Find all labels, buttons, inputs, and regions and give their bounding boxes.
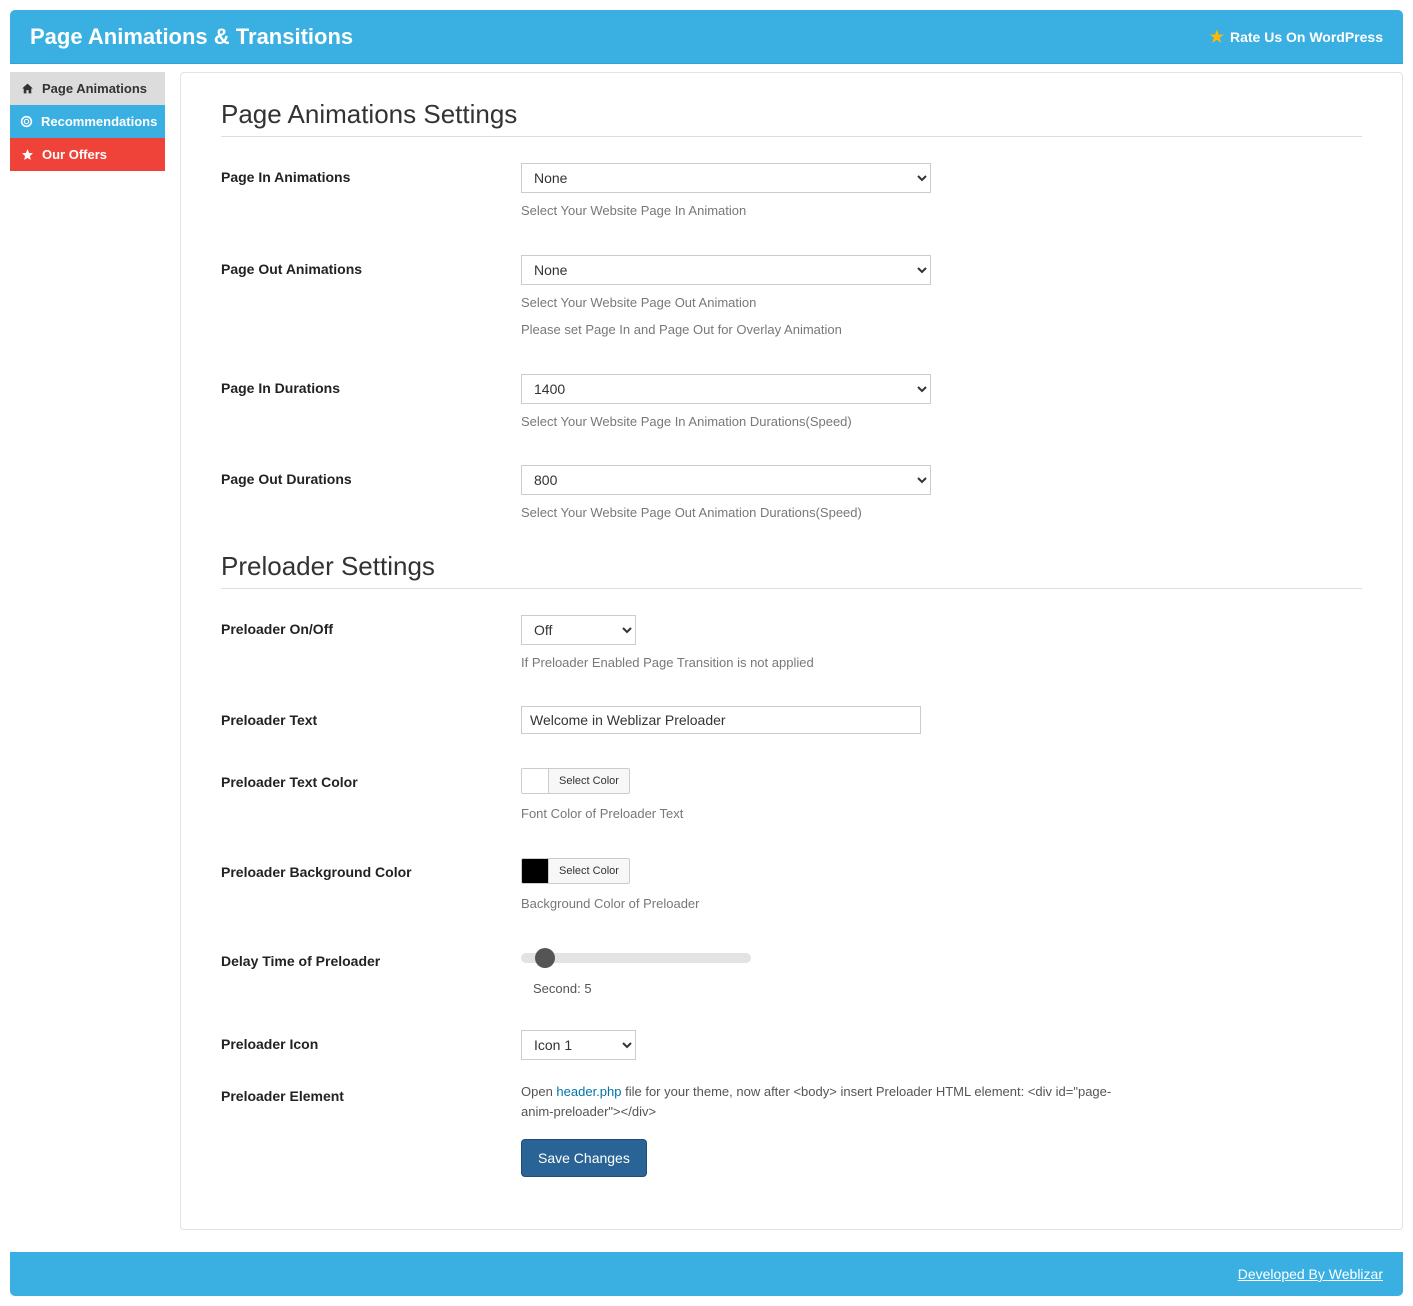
help-preloader-text-color: Font Color of Preloader Text [521, 804, 1141, 824]
select-preloader-icon[interactable]: Icon 1 [521, 1030, 636, 1060]
developed-by-link[interactable]: Developed By Weblizar [1238, 1266, 1383, 1282]
select-page-in-durations[interactable]: 1400 [521, 374, 931, 404]
sidebar-item-label: Our Offers [42, 147, 107, 162]
help-page-in-durations: Select Your Website Page In Animation Du… [521, 412, 1141, 432]
label-delay-time: Delay Time of Preloader [221, 947, 501, 969]
label-page-out-durations: Page Out Durations [221, 465, 501, 487]
help-preloader-onoff: If Preloader Enabled Page Transition is … [521, 653, 1141, 673]
color-picker-text-label: Select Color [548, 769, 629, 793]
header-bar: Page Animations & Transitions ★ Rate Us … [10, 10, 1403, 64]
sidebar-item-page-animations[interactable]: Page Animations [10, 72, 165, 105]
help-page-out-durations: Select Your Website Page Out Animation D… [521, 503, 1141, 523]
slider-thumb[interactable] [535, 948, 555, 968]
footer-bar: Developed By Weblizar [10, 1252, 1403, 1296]
label-page-out-animations: Page Out Animations [221, 255, 501, 277]
row-preloader-text-color: Preloader Text Color Select Color Font C… [221, 756, 1362, 846]
label-preloader-text-color: Preloader Text Color [221, 768, 501, 790]
help-page-in-animations: Select Your Website Page In Animation [521, 201, 1141, 221]
row-page-out-animations: Page Out Animations None Select Your Web… [221, 243, 1362, 362]
row-preloader-bg-color: Preloader Background Color Select Color … [221, 846, 1362, 936]
label-preloader-text: Preloader Text [221, 706, 501, 728]
home-icon [20, 82, 34, 95]
color-picker-text[interactable]: Select Color [521, 768, 630, 794]
sidebar-item-label: Recommendations [41, 114, 157, 129]
rate-us-link[interactable]: ★ Rate Us On WordPress [1210, 27, 1383, 47]
row-page-out-durations: Page Out Durations 800 Select Your Websi… [221, 453, 1362, 545]
row-preloader-icon: Preloader Icon Icon 1 [221, 1018, 1362, 1082]
sidebar-item-label: Page Animations [42, 81, 147, 96]
color-picker-bg[interactable]: Select Color [521, 858, 630, 884]
row-preloader-text: Preloader Text [221, 694, 1362, 756]
row-delay-time: Delay Time of Preloader Second: 5 [221, 935, 1362, 1018]
label-preloader-icon: Preloader Icon [221, 1030, 501, 1052]
life-ring-icon [20, 115, 33, 128]
header-php-link[interactable]: header.php [556, 1084, 621, 1099]
rate-us-label: Rate Us On WordPress [1230, 29, 1383, 45]
color-swatch-text [522, 769, 548, 793]
preloader-element-instructions: Open header.php file for your theme, now… [521, 1082, 1141, 1121]
select-page-out-durations[interactable]: 800 [521, 465, 931, 495]
select-preloader-onoff[interactable]: Off [521, 615, 636, 645]
color-swatch-bg [522, 859, 548, 883]
row-preloader-onoff: Preloader On/Off Off If Preloader Enable… [221, 603, 1362, 695]
help-preloader-bg-color: Background Color of Preloader [521, 894, 1141, 914]
page-title: Page Animations & Transitions [30, 24, 353, 50]
select-page-out-animations[interactable]: None [521, 255, 931, 285]
label-preloader-onoff: Preloader On/Off [221, 615, 501, 637]
settings-panel: Page Animations Settings Page In Animati… [180, 72, 1403, 1230]
star-icon: ★ [1210, 27, 1224, 47]
divider [221, 588, 1362, 589]
sidebar: Page Animations Recommendations Our Offe… [10, 72, 165, 1230]
row-page-in-durations: Page In Durations 1400 Select Your Websi… [221, 362, 1362, 454]
section-title-page-animations: Page Animations Settings [221, 99, 1362, 130]
slider-value-label: Second: 5 [533, 981, 1141, 996]
color-picker-bg-label: Select Color [548, 859, 629, 883]
section-title-preloader: Preloader Settings [221, 551, 1362, 582]
select-page-in-animations[interactable]: None [521, 163, 931, 193]
label-page-in-animations: Page In Animations [221, 163, 501, 185]
sidebar-item-our-offers[interactable]: Our Offers [10, 138, 165, 171]
help-page-out-animations: Select Your Website Page Out Animation [521, 293, 1141, 313]
label-page-in-durations: Page In Durations [221, 374, 501, 396]
divider [221, 136, 1362, 137]
slider-delay[interactable] [521, 953, 751, 963]
label-preloader-element: Preloader Element [221, 1082, 501, 1104]
save-button[interactable]: Save Changes [521, 1139, 647, 1177]
row-preloader-element: Preloader Element Open header.php file f… [221, 1082, 1362, 1199]
label-preloader-bg-color: Preloader Background Color [221, 858, 501, 880]
help2-page-out-animations: Please set Page In and Page Out for Over… [521, 320, 1141, 340]
row-page-in-animations: Page In Animations None Select Your Webs… [221, 151, 1362, 243]
input-preloader-text[interactable] [521, 706, 921, 734]
sidebar-item-recommendations[interactable]: Recommendations [10, 105, 165, 138]
star-icon [20, 148, 34, 161]
